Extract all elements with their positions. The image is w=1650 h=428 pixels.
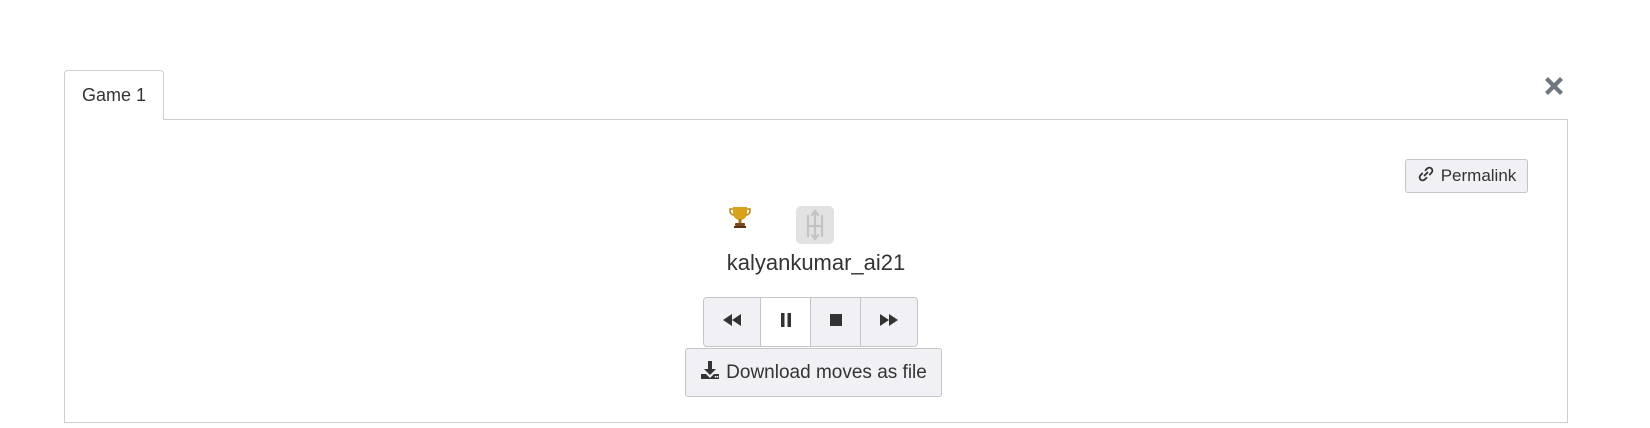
link-icon (1417, 165, 1435, 188)
rewind-button[interactable] (703, 297, 761, 347)
pause-icon (779, 312, 793, 333)
download-moves-button[interactable]: Download moves as file (685, 348, 942, 397)
pause-button[interactable] (760, 297, 811, 347)
tab-game-1[interactable]: Game 1 (64, 70, 164, 120)
stop-button[interactable] (810, 297, 861, 347)
permalink-button[interactable]: Permalink (1405, 159, 1528, 193)
player-name: kalyankumar_ai21 (726, 250, 906, 275)
tab-label: Game 1 (81, 85, 147, 105)
download-icon (700, 360, 720, 386)
hex-player-icon (796, 206, 834, 244)
trophy-icon (729, 205, 751, 229)
playback-controls (703, 297, 918, 347)
stop-icon (829, 313, 843, 332)
close-icon[interactable] (1540, 72, 1568, 100)
game-viewer: Game 1 Permalink kalyankumar_ai21 Downlo… (0, 0, 1650, 428)
fast-forward-icon (879, 313, 899, 332)
fast-backward-icon (722, 313, 742, 332)
permalink-label: Permalink (1440, 166, 1517, 185)
download-label: Download moves as file (726, 361, 927, 383)
fast-forward-button[interactable] (860, 297, 918, 347)
